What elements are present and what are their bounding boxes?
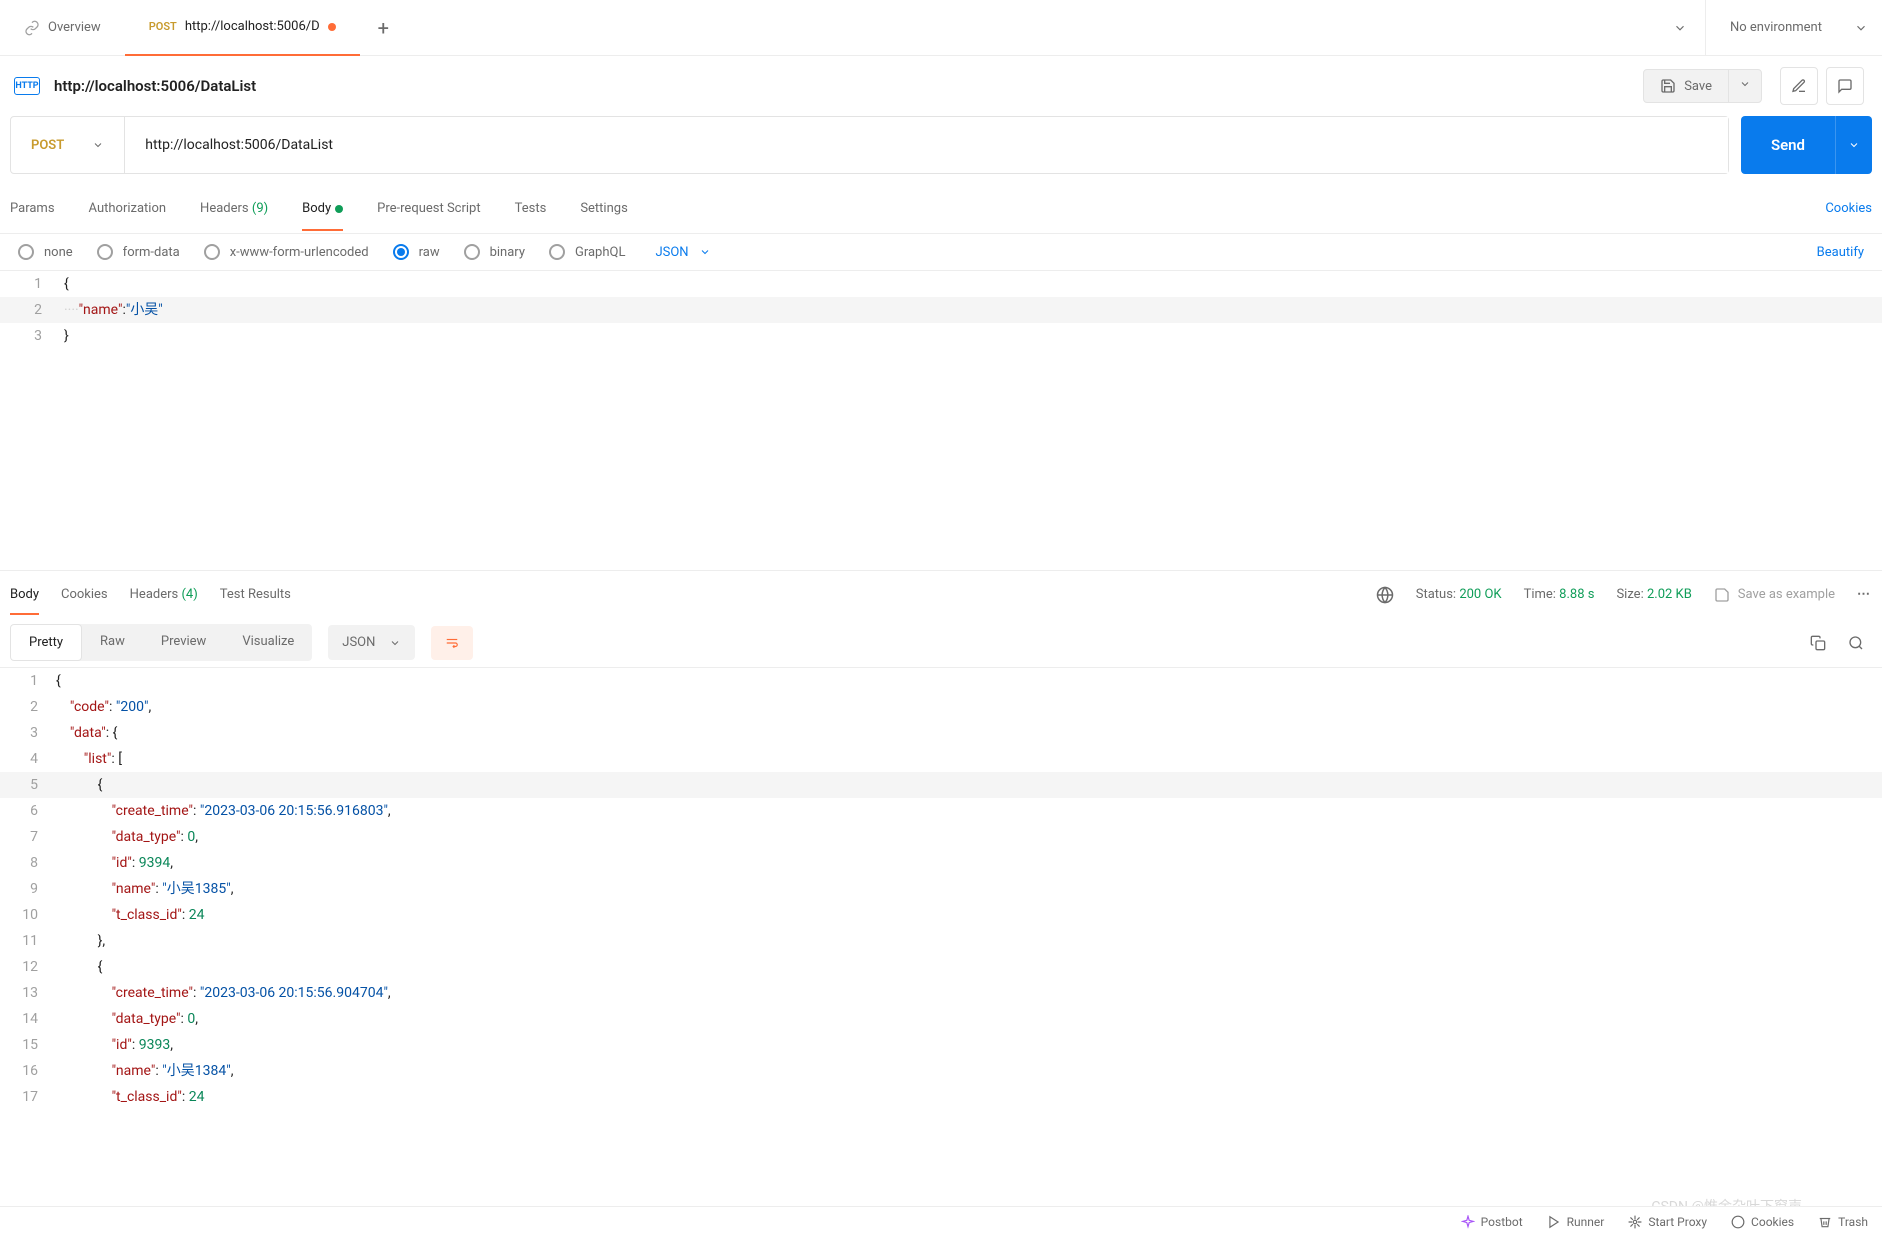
body-type-xwww[interactable]: x-www-form-urlencoded (204, 244, 369, 260)
body-type-none[interactable]: none (18, 244, 73, 260)
response-line: 14 "data_type": 0, (0, 1006, 1882, 1032)
url-row: POST Send (0, 116, 1882, 184)
response-line: 9 "name": "小吴1385", (0, 876, 1882, 902)
globe-icon[interactable] (1376, 586, 1394, 604)
footer-trash[interactable]: Trash (1818, 1215, 1868, 1229)
link-icon (24, 20, 40, 36)
resp-tab-body[interactable]: Body (10, 575, 39, 614)
url-input[interactable] (125, 117, 1728, 173)
beautify-button[interactable]: Beautify (1817, 245, 1864, 260)
body-type-binary[interactable]: binary (464, 244, 525, 260)
view-pretty[interactable]: Pretty (10, 624, 82, 661)
chevron-down-icon (1854, 21, 1868, 35)
resp-tab-testresults[interactable]: Test Results (220, 575, 291, 614)
resp-tab-cookies[interactable]: Cookies (61, 575, 108, 614)
tab-params[interactable]: Params (10, 187, 55, 230)
more-options[interactable]: ⋯ (1857, 587, 1872, 602)
tab-settings[interactable]: Settings (580, 187, 627, 230)
send-group: Send (1741, 116, 1872, 174)
edit-button[interactable] (1780, 67, 1818, 105)
response-line: 1{ (0, 668, 1882, 694)
http-icon: HTTP (14, 77, 40, 95)
tabs-dropdown[interactable] (1655, 21, 1705, 35)
resp-tab-headers[interactable]: Headers (4) (130, 575, 198, 614)
comment-button[interactable] (1826, 67, 1864, 105)
send-button[interactable]: Send (1741, 116, 1835, 174)
chevron-down-icon (92, 139, 104, 151)
tab-authorization[interactable]: Authorization (89, 187, 167, 230)
response-line: 11 }, (0, 928, 1882, 954)
body-type-formdata[interactable]: form-data (97, 244, 180, 260)
save-dropdown[interactable] (1728, 70, 1761, 102)
footer-startproxy[interactable]: Start Proxy (1628, 1215, 1707, 1229)
tab-tests[interactable]: Tests (515, 187, 547, 230)
response-tabs: Body Cookies Headers (4) Test Results St… (0, 570, 1882, 618)
body-format-select[interactable]: JSON (655, 245, 710, 260)
url-box: POST (10, 116, 1729, 174)
footer-cookies[interactable]: Cookies (1731, 1215, 1794, 1229)
tab-request[interactable]: POST http://localhost:5006/D (125, 0, 360, 56)
body-type-graphql[interactable]: GraphQL (549, 244, 625, 260)
tab-body[interactable]: Body (302, 187, 343, 230)
response-line: 4 "list": [ (0, 746, 1882, 772)
response-view-row: Pretty Raw Preview Visualize JSON (0, 618, 1882, 667)
response-format-select[interactable]: JSON (328, 625, 415, 660)
response-line: 17 "t_class_id": 24 (0, 1084, 1882, 1110)
environment-select[interactable]: No environment (1705, 0, 1882, 56)
tabs-bar: Overview POST http://localhost:5006/D + … (0, 0, 1882, 56)
response-line: 8 "id": 9394, (0, 850, 1882, 876)
response-line: 5 { (0, 772, 1882, 798)
body-type-raw[interactable]: raw (393, 244, 440, 260)
tab-request-title: http://localhost:5006/D (185, 19, 320, 34)
response-line: 12 { (0, 954, 1882, 980)
view-visualize[interactable]: Visualize (224, 624, 312, 661)
request-header: HTTP http://localhost:5006/DataList Save (0, 56, 1882, 116)
response-line: 10 "t_class_id": 24 (0, 902, 1882, 928)
response-line: 7 "data_type": 0, (0, 824, 1882, 850)
save-example-button[interactable]: Save as example (1714, 587, 1835, 603)
save-group: Save (1643, 69, 1762, 103)
method-select[interactable]: POST (11, 117, 125, 173)
body-type-row: none form-data x-www-form-urlencoded raw… (0, 234, 1882, 270)
footer-postbot[interactable]: Postbot (1461, 1215, 1523, 1229)
save-icon (1660, 78, 1676, 94)
save-label: Save (1684, 79, 1712, 94)
tab-overview[interactable]: Overview (0, 0, 125, 56)
save-button[interactable]: Save (1644, 70, 1728, 102)
view-raw[interactable]: Raw (82, 624, 143, 661)
environment-label: No environment (1730, 20, 1822, 35)
request-title: http://localhost:5006/DataList (54, 77, 1643, 95)
footer-runner[interactable]: Runner (1547, 1215, 1605, 1229)
add-tab-button[interactable]: + (360, 16, 407, 40)
cookies-link[interactable]: Cookies (1825, 201, 1872, 216)
response-line: 3 "data": { (0, 720, 1882, 746)
request-tabs: Params Authorization Headers (9) Body Pr… (0, 184, 1882, 234)
search-button[interactable] (1840, 627, 1872, 659)
response-body-editor[interactable]: 1{2 "code": "200",3 "data": {4 "list": [… (0, 667, 1882, 1110)
view-tabs: Pretty Raw Preview Visualize (10, 624, 312, 661)
tab-headers[interactable]: Headers (9) (200, 187, 268, 230)
wrap-toggle[interactable] (431, 626, 473, 660)
tab-overview-label: Overview (48, 20, 101, 35)
tab-method-badge: POST (149, 20, 177, 33)
response-line: 6 "create_time": "2023-03-06 20:15:56.91… (0, 798, 1882, 824)
footer-bar: Postbot Runner Start Proxy Cookies Trash (0, 1206, 1882, 1236)
tab-prerequest[interactable]: Pre-request Script (377, 187, 480, 230)
body-indicator-icon (335, 205, 343, 213)
send-dropdown[interactable] (1835, 116, 1872, 174)
unsaved-dot-icon (328, 23, 336, 31)
response-line: 13 "create_time": "2023-03-06 20:15:56.9… (0, 980, 1882, 1006)
request-body-editor[interactable]: 1{ 2····"name":"小吴" 3} (0, 270, 1882, 349)
response-line: 16 "name": "小吴1384", (0, 1058, 1882, 1084)
response-line: 15 "id": 9393, (0, 1032, 1882, 1058)
method-value: POST (31, 138, 64, 153)
view-preview[interactable]: Preview (143, 624, 224, 661)
copy-button[interactable] (1802, 627, 1834, 659)
response-line: 2 "code": "200", (0, 694, 1882, 720)
